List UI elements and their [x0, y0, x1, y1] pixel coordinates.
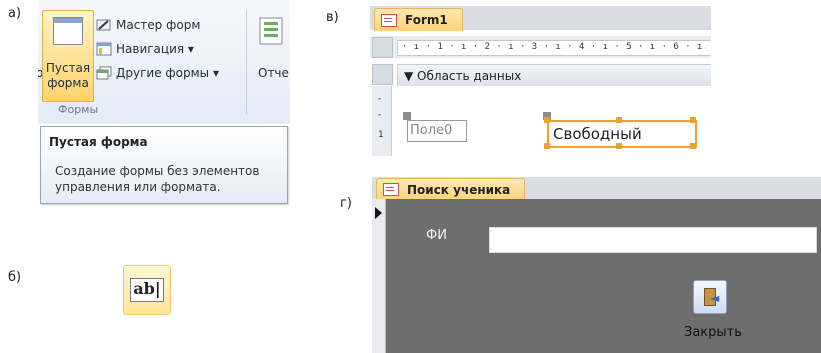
vertical-tick: - — [378, 110, 382, 120]
navigation-button[interactable]: Навигация ▾ — [96, 40, 194, 58]
textbox-tool-button[interactable]: ab| — [123, 265, 171, 315]
ruler-tick: · — [496, 42, 502, 52]
field0-move-handle[interactable] — [403, 112, 411, 120]
ruler-tick: ı — [602, 42, 609, 52]
ruler-row: · ı · 1 · ı · 2 · ı · 3 · ı · 4 · ı · 5 · ı · 6 · ı — [370, 36, 711, 58]
tab-search-student[interactable]: Поиск ученика — [376, 178, 526, 200]
ruler-tick: · — [638, 42, 644, 52]
resize-handle[interactable] — [544, 143, 550, 149]
wand-icon — [96, 18, 112, 32]
close-button[interactable]: ◄ — [693, 280, 727, 314]
ruler-tick: 5 — [626, 42, 632, 52]
more-forms-button[interactable]: Другие формы ▾ — [96, 64, 219, 82]
tab-search-student-label: Поиск ученика — [407, 182, 511, 197]
blank-form-button[interactable]: Пустая форма — [42, 10, 94, 102]
field0-label[interactable]: Поле0 — [407, 120, 467, 142]
section-arrow-icon: ▼ — [404, 69, 418, 83]
form-tab-icon — [381, 13, 397, 27]
ruler-tick: ı — [697, 42, 703, 52]
resize-handle[interactable] — [616, 143, 622, 149]
ruler-tick: ı — [413, 42, 420, 52]
exit-arrow-icon: ◄ — [710, 291, 720, 305]
ruler-tick: · — [567, 42, 573, 52]
ruler-tick: ı — [649, 42, 656, 52]
vertical-tick: 1 — [378, 130, 384, 140]
blank-form-tooltip: Пустая форма Создание формы без элементо… — [40, 126, 288, 204]
form-body: ФИ ◄ Закрыть — [386, 199, 821, 353]
ruler-tick: 4 — [579, 42, 585, 52]
section-label: Область данных — [417, 69, 522, 83]
tab-form1[interactable]: Form1 — [374, 8, 463, 31]
ruler-tick: · — [543, 42, 550, 52]
search-student-form: Поиск ученика ФИ ◄ Закрыть — [372, 177, 821, 353]
ruler-tick: · — [449, 42, 455, 52]
ruler-tick: 2 — [484, 42, 491, 52]
label-d: г) — [340, 196, 352, 211]
blank-form-icon — [53, 17, 83, 45]
label-b: б) — [8, 270, 22, 285]
record-selector[interactable] — [372, 199, 386, 353]
form-tab-icon — [383, 183, 399, 196]
ruler-tick: 1 — [437, 42, 443, 52]
vertical-ruler[interactable]: - - 1 — [372, 86, 392, 156]
resize-handle[interactable] — [616, 117, 622, 123]
ruler-tick: 6 — [673, 42, 679, 52]
vertical-tick: - — [378, 94, 382, 104]
more-forms-label: Другие формы ▾ — [116, 66, 219, 80]
form-design-view: Form1 · ı · 1 · ı · 2 · ı · 3 · ı · 4 · ı · 5 · ı · 6 · ı ▼ Облас… — [370, 6, 711, 156]
current-record-arrow-icon — [375, 207, 382, 219]
ribbon-forms-panel: ор Пустая форма Мастер форм Навигация ▾ … — [38, 0, 290, 218]
ruler-tick: · — [520, 42, 526, 52]
ruler-tick: ı — [555, 42, 561, 52]
tooltip-body-1: Создание формы без элементов — [55, 164, 260, 178]
tooltip-title: Пустая форма — [49, 135, 148, 149]
detail-section-bar[interactable]: ▼ Область данных — [397, 64, 711, 88]
forms-group-label: Формы — [58, 103, 99, 116]
ruler-tick: · — [472, 42, 479, 52]
form-wizard-button[interactable]: Мастер форм — [96, 16, 200, 34]
unbound-textbox[interactable]: Свободный — [547, 120, 697, 148]
resize-handle[interactable] — [690, 143, 696, 149]
label-a: а) — [8, 6, 22, 21]
more-forms-icon — [96, 66, 112, 80]
document-tab-bar: Form1 — [370, 6, 711, 31]
fio-input[interactable] — [489, 227, 817, 253]
document-tab-bar: Поиск ученика — [372, 177, 821, 200]
resize-handle[interactable] — [544, 117, 550, 123]
ruler-tick: · — [685, 42, 691, 52]
ribbon-cut-right-text: Отче — [258, 66, 289, 80]
ruler-tick: · — [661, 42, 668, 52]
resize-handle[interactable] — [690, 117, 696, 123]
ribbon-separator — [246, 10, 247, 114]
navigation-label: Навигация ▾ — [116, 42, 194, 56]
tooltip-body-2: управления или формата. — [55, 180, 221, 194]
horizontal-ruler[interactable]: · ı · 1 · ı · 2 · ı · 3 · ı · 4 · ı · 5 · ı · 6 · ı — [397, 40, 711, 56]
navigation-form-icon — [96, 42, 112, 56]
fio-label: ФИ — [426, 228, 447, 243]
form-selector[interactable] — [372, 37, 393, 58]
design-area[interactable]: Поле0 Свободный — [397, 86, 711, 156]
tab-form1-label: Form1 — [405, 13, 448, 27]
ruler-tick: 3 — [531, 42, 538, 52]
ruler-tick: ı — [508, 42, 514, 52]
form-wizard-label: Мастер форм — [116, 18, 201, 32]
close-button-label: Закрыть — [684, 325, 742, 340]
detail-section-header: ▼ Область данных — [370, 64, 711, 88]
label-c: в) — [326, 10, 339, 25]
report-icon[interactable] — [256, 16, 286, 46]
ruler-tick: · — [590, 42, 597, 52]
textbox-tool-icon: ab| — [130, 278, 164, 302]
ruler-tick: ı — [461, 42, 467, 52]
section-selector[interactable] — [372, 64, 393, 85]
blank-form-label-1: Пустая — [45, 61, 91, 75]
ruler-tick: · — [402, 42, 408, 52]
ruler-tick: · — [425, 42, 432, 52]
blank-form-label-2: форма — [47, 76, 89, 90]
ruler-tick: · — [614, 42, 620, 52]
